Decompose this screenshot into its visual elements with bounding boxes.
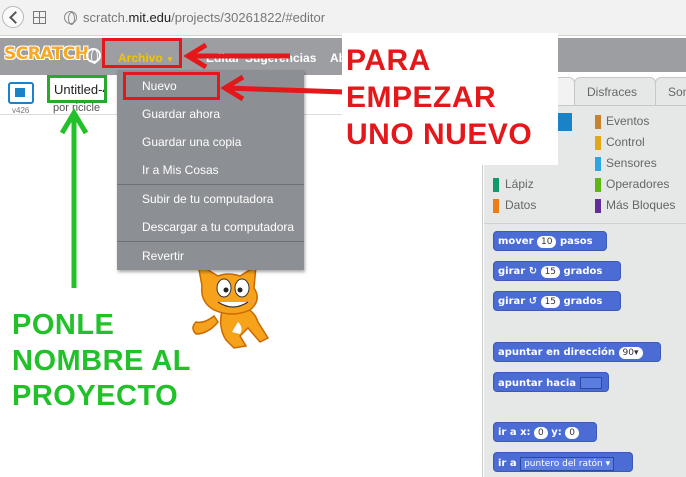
annotation-ponle-nombre: PONLE NOMBRE AL PROYECTO: [12, 308, 191, 415]
annotation-line: PROYECTO: [12, 380, 179, 413]
annotation-line: PONLE: [12, 309, 115, 341]
annotation-line: NOMBRE AL: [12, 344, 192, 377]
annotation-line: PARA: [346, 44, 431, 77]
annotation-para-empezar: PARA EMPEZAR UNO NUEVO: [346, 43, 532, 154]
annotation-line: UNO NUEVO: [346, 117, 533, 151]
annotation-line: EMPEZAR: [346, 80, 497, 114]
